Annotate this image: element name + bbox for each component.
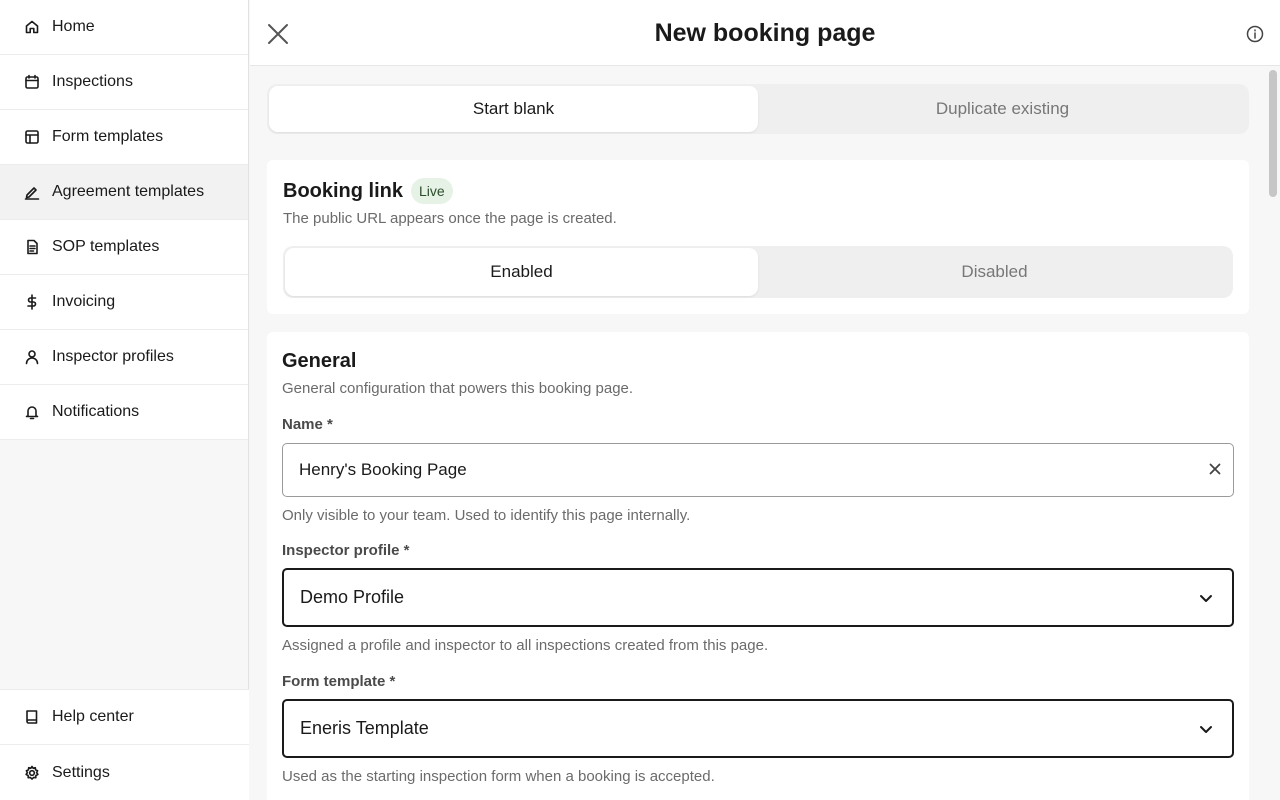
name-input[interactable]: Henry's Booking Page bbox=[282, 443, 1234, 497]
calendar-icon bbox=[24, 74, 40, 90]
sidebar-item-invoicing[interactable]: Invoicing bbox=[0, 275, 248, 330]
book-icon bbox=[24, 709, 40, 725]
clear-input-button[interactable] bbox=[1207, 461, 1223, 477]
scrollbar-thumb[interactable] bbox=[1269, 70, 1277, 197]
user-icon bbox=[24, 349, 40, 365]
document-icon bbox=[24, 239, 40, 255]
sidebar-item-sop-templates[interactable]: SOP templates bbox=[0, 220, 248, 275]
sidebar-item-label: Inspector profiles bbox=[52, 348, 174, 365]
modal-header: New booking page bbox=[250, 0, 1280, 66]
inspector-profile-value: Demo Profile bbox=[300, 587, 405, 607]
form-content: Start blank Duplicate existing Booking l… bbox=[267, 84, 1249, 800]
inspector-profile-help-text: Assigned a profile and inspector to all … bbox=[282, 637, 769, 654]
gear-icon bbox=[24, 765, 40, 781]
general-description: General configuration that powers this b… bbox=[282, 380, 634, 397]
general-title: General bbox=[282, 350, 357, 372]
sidebar-item-settings[interactable]: Settings bbox=[0, 745, 249, 800]
sidebar-item-form-templates[interactable]: Form templates bbox=[0, 110, 248, 165]
home-icon bbox=[24, 19, 40, 35]
layout-icon bbox=[24, 129, 40, 145]
signature-icon bbox=[24, 184, 40, 200]
form-template-label: Form template * bbox=[282, 673, 396, 690]
sidebar-item-label: Notifications bbox=[52, 403, 140, 420]
mode-start-blank[interactable]: Start blank bbox=[269, 86, 758, 132]
status-badge: Live bbox=[411, 178, 453, 204]
name-label: Name * bbox=[282, 416, 333, 433]
sidebar-item-label: SOP templates bbox=[52, 238, 160, 255]
sidebar: Home Inspections Form templates Agreemen… bbox=[0, 0, 249, 800]
sidebar-item-label: Settings bbox=[52, 763, 110, 781]
toggle-enabled[interactable]: Enabled bbox=[285, 248, 758, 296]
form-template-value: Eneris Template bbox=[300, 718, 429, 738]
form-template-help-text: Used as the starting inspection form whe… bbox=[282, 768, 715, 785]
booking-link-card: Booking link Live The public URL appears… bbox=[267, 160, 1249, 314]
chevron-down-icon bbox=[1198, 590, 1214, 606]
clear-icon bbox=[1209, 463, 1221, 475]
mode-segmented-control: Start blank Duplicate existing bbox=[267, 84, 1249, 134]
sidebar-item-label: Invoicing bbox=[52, 293, 116, 310]
sidebar-item-label: Home bbox=[52, 18, 95, 35]
sidebar-item-help-center[interactable]: Help center bbox=[0, 690, 249, 745]
page-title: New booking page bbox=[654, 19, 876, 47]
sidebar-nav: Home Inspections Form templates Agreemen… bbox=[0, 0, 248, 440]
main-panel: New booking page Start blank Duplicate e… bbox=[250, 0, 1280, 800]
inspector-profile-select[interactable]: Demo Profile bbox=[282, 568, 1234, 627]
form-template-select[interactable]: Eneris Template bbox=[282, 699, 1234, 758]
chevron-down-icon bbox=[1198, 721, 1214, 737]
sidebar-item-label: Help center bbox=[52, 708, 134, 725]
sidebar-item-agreement-templates[interactable]: Agreement templates bbox=[0, 165, 248, 220]
bell-icon bbox=[24, 404, 40, 420]
inspector-profile-label: Inspector profile * bbox=[282, 542, 410, 559]
dollar-icon bbox=[24, 294, 40, 310]
booking-link-description: The public URL appears once the page is … bbox=[283, 210, 617, 227]
sidebar-item-label: Form templates bbox=[52, 128, 164, 145]
sidebar-item-notifications[interactable]: Notifications bbox=[0, 385, 248, 440]
sidebar-item-inspections[interactable]: Inspections bbox=[0, 55, 248, 110]
name-help-text: Only visible to your team. Used to ident… bbox=[282, 507, 691, 524]
sidebar-item-inspector-profiles[interactable]: Inspector profiles bbox=[0, 330, 248, 385]
booking-link-title: Booking link bbox=[283, 179, 403, 202]
mode-duplicate-existing[interactable]: Duplicate existing bbox=[758, 86, 1247, 132]
sidebar-item-home[interactable]: Home bbox=[0, 0, 248, 55]
info-icon bbox=[1246, 25, 1264, 43]
general-card: General General configuration that power… bbox=[267, 332, 1249, 800]
sidebar-item-label: Inspections bbox=[52, 73, 133, 90]
info-button[interactable] bbox=[1246, 25, 1264, 43]
booking-link-toggle: Enabled Disabled bbox=[283, 246, 1233, 298]
toggle-disabled[interactable]: Disabled bbox=[758, 248, 1231, 296]
sidebar-item-label: Agreement templates bbox=[52, 183, 205, 200]
booking-link-title-row: Booking link Live bbox=[283, 178, 1233, 204]
sidebar-bottom-nav: Help center Settings bbox=[0, 689, 249, 800]
name-input-value: Henry's Booking Page bbox=[299, 460, 467, 479]
